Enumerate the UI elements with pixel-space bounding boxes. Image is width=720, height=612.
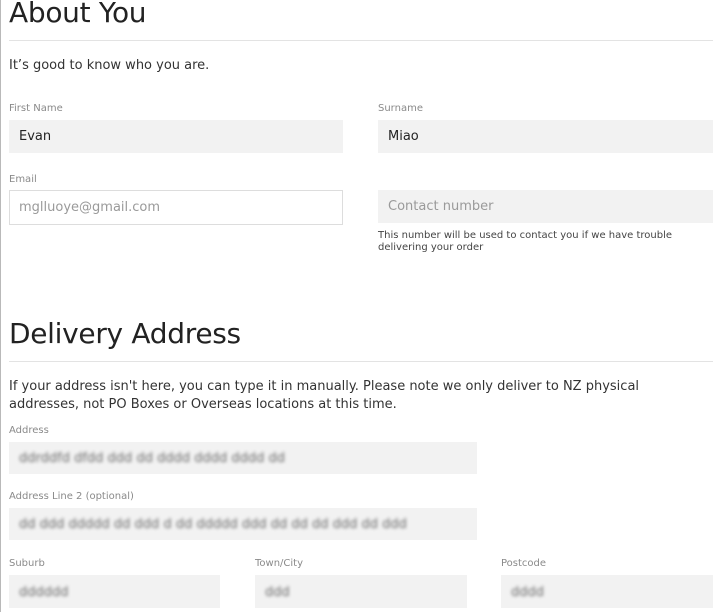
email-label: Email — [9, 174, 37, 185]
about-divider — [9, 40, 713, 41]
address-input[interactable]: ddrddfd dfdd ddd dd dddd dddd dddd dd — [9, 442, 477, 474]
surname-label: Surname — [378, 103, 423, 114]
contact-number-input[interactable] — [378, 190, 713, 223]
about-you-heading: About You — [9, 0, 147, 29]
postcode-label: Postcode — [501, 558, 547, 569]
delivery-divider — [9, 361, 713, 362]
contact-number-help: This number will be used to contact you … — [378, 230, 673, 253]
town-city-input[interactable]: ddd — [255, 575, 467, 608]
postcode-input[interactable]: dddd — [501, 575, 713, 608]
delivery-address-heading: Delivery Address — [9, 317, 241, 350]
town-city-value: ddd — [265, 585, 290, 600]
delivery-note: If your address isn't here, you can type… — [9, 379, 640, 412]
first-name-input[interactable] — [9, 120, 343, 153]
suburb-label: Suburb — [9, 558, 45, 569]
email-input[interactable] — [9, 190, 343, 225]
address-label: Address — [9, 425, 49, 436]
address-line-2-label: Address Line 2 (optional) — [9, 491, 134, 502]
about-subtitle: It’s good to know who you are. — [9, 58, 210, 73]
address-line-2-value: dd ddd ddddd dd ddd d dd ddddd ddd dd dd… — [19, 517, 407, 532]
address-line-2-input[interactable]: dd ddd ddddd dd ddd d dd ddddd ddd dd dd… — [9, 508, 477, 540]
town-city-label: Town/City — [255, 558, 304, 569]
postcode-value: dddd — [511, 585, 545, 600]
suburb-input[interactable]: dddddd — [9, 575, 220, 608]
first-name-label: First Name — [9, 103, 63, 114]
surname-input[interactable] — [378, 120, 713, 153]
suburb-value: dddddd — [19, 585, 69, 600]
address-value: ddrddfd dfdd ddd dd dddd dddd dddd dd — [19, 451, 285, 466]
